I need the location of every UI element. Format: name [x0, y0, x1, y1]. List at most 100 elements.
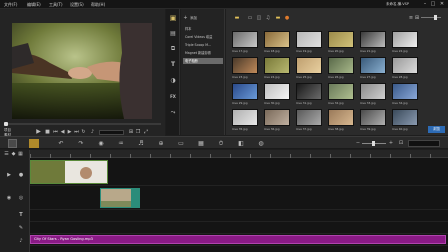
thumbnail-size-slider[interactable] [421, 17, 441, 18]
add-folder-label[interactable]: 添加 [190, 16, 197, 21]
library-thumbnail[interactable] [264, 31, 290, 48]
import-folder-icon[interactable]: ▬ [234, 15, 240, 21]
record-capture-icon[interactable]: ◉ [98, 140, 104, 147]
thumbnail-size-handle[interactable] [434, 15, 437, 20]
filter-icon[interactable]: FX [169, 93, 177, 101]
library-folder-list: + 添加 样本 Corel Videos 增益 Triple Scoop M..… [181, 9, 225, 135]
undo-icon[interactable]: ↶ [58, 140, 64, 147]
timeline-view-button[interactable] [29, 139, 39, 148]
add-chapter-icon[interactable]: ◆ [11, 152, 16, 157]
audio-filter-icon[interactable]: ♫ [265, 15, 271, 21]
mask-creator-icon[interactable]: ◍ [258, 140, 264, 147]
timeline-ruler[interactable] [30, 150, 448, 158]
motion-path-icon[interactable]: ⤳ [169, 109, 177, 117]
library-thumbnail[interactable] [328, 109, 354, 126]
thumbnail-label: love 24.jpg [264, 75, 280, 79]
video-clip[interactable] [30, 160, 108, 184]
options-icon[interactable]: ● [284, 15, 290, 21]
zoom-icon[interactable]: ⊞ [128, 129, 134, 135]
library-thumbnail[interactable] [328, 31, 354, 48]
stop-icon[interactable]: ■ [45, 129, 50, 135]
library-thumbnail[interactable] [232, 57, 258, 74]
library-thumbnail[interactable] [392, 57, 418, 74]
photo-filter-icon[interactable]: ◫ [256, 15, 262, 21]
transition-icon[interactable]: ⧉ [169, 45, 177, 53]
split-screen-icon[interactable]: ◧ [238, 140, 244, 147]
copy-icon[interactable]: ❐ [135, 129, 141, 135]
track-manager-icon[interactable]: ☰ [4, 152, 9, 157]
subtitle-editor-icon[interactable]: ▭ [178, 140, 184, 147]
previous-frame-icon[interactable]: ◀ [60, 129, 65, 135]
library-thumbnail[interactable] [360, 109, 386, 126]
library-thumbnail[interactable] [360, 57, 386, 74]
library-thumbnail[interactable] [360, 83, 386, 100]
scrubber-track[interactable] [4, 123, 161, 125]
library-thumbnail[interactable] [264, 57, 290, 74]
library-thumbnail[interactable] [360, 31, 386, 48]
timeline-timecode[interactable] [408, 140, 440, 147]
library-thumbnail[interactable] [232, 83, 258, 100]
next-frame-icon[interactable]: ▶ [67, 129, 72, 135]
library-thumbnail[interactable] [264, 83, 290, 100]
browse-button[interactable]: 浏览 [428, 126, 445, 133]
home-icon[interactable]: ⏮ [53, 129, 58, 135]
sound-mixer-icon[interactable]: ♒ [118, 140, 124, 147]
library-thumbnail[interactable] [328, 83, 354, 100]
play-icon[interactable]: ▶ [36, 129, 41, 135]
motion-tracking-icon[interactable]: ⊕ [158, 140, 164, 147]
library-thumbnail[interactable] [296, 83, 322, 100]
menu-tools[interactable]: 工具(T) [49, 2, 63, 8]
folder-item[interactable]: Magnet 新建剪辑 [183, 50, 223, 56]
folder-item[interactable]: Corel Videos 增益 [183, 34, 223, 40]
menu-settings[interactable]: 设置(S) [70, 2, 84, 8]
maximize-button[interactable]: □ [430, 1, 436, 7]
auto-music-icon[interactable]: ♬ [138, 140, 144, 147]
storyboard-view-button[interactable] [8, 139, 17, 148]
multi-camera-icon[interactable]: ▦ [198, 140, 204, 147]
title-icon[interactable]: T [169, 61, 177, 69]
minimize-button[interactable]: – [422, 1, 428, 7]
library-thumbnail[interactable] [392, 109, 418, 126]
library-thumbnail[interactable] [264, 109, 290, 126]
media-icon[interactable]: ▣ [169, 14, 177, 22]
close-button[interactable]: ✕ [439, 1, 445, 7]
library-thumbnail[interactable] [296, 109, 322, 126]
sort-icon[interactable]: ▬ [275, 15, 281, 21]
library-thumbnail[interactable] [232, 31, 258, 48]
redo-icon[interactable]: ↷ [78, 140, 84, 147]
zoom-out-icon[interactable]: − [355, 140, 361, 147]
end-icon[interactable]: ⏭ [74, 129, 79, 135]
library-thumbnail[interactable] [328, 57, 354, 74]
video-filter-icon[interactable]: ▭ [247, 15, 253, 21]
folder-item-selected[interactable]: 电子相册 [183, 58, 223, 64]
menu-file[interactable]: 文件(F) [4, 2, 17, 8]
fullscreen-icon[interactable]: ⤢ [143, 129, 149, 135]
folder-item[interactable]: Triple Scoop M... [183, 42, 223, 48]
menu-help[interactable]: 帮助(H) [91, 2, 105, 8]
menu-edit[interactable]: 编辑(E) [27, 2, 41, 8]
library-thumbnail[interactable] [296, 31, 322, 48]
video-preview[interactable] [12, 23, 152, 119]
scrubber-handle[interactable] [4, 122, 8, 126]
instant-project-icon[interactable]: ▤ [169, 30, 177, 38]
graphic-icon[interactable]: ◑ [169, 77, 177, 85]
repeat-icon[interactable]: ↻ [81, 129, 86, 135]
timecode-display[interactable] [99, 130, 124, 135]
library-thumbnail[interactable] [296, 57, 322, 74]
add-folder-icon[interactable]: + [183, 16, 188, 21]
library-thumbnail[interactable] [232, 109, 258, 126]
overlay-clip[interactable] [100, 188, 140, 208]
video-track-toggle-icon[interactable]: ● [18, 172, 24, 178]
zoom-in-icon[interactable]: + [388, 140, 394, 147]
volume-icon[interactable]: ♪ [90, 129, 95, 135]
fit-project-icon[interactable]: ⊡ [398, 140, 404, 147]
library-thumbnail[interactable] [392, 31, 418, 48]
folder-item[interactable]: 样本 [183, 26, 223, 32]
library-thumbnail[interactable] [392, 83, 418, 100]
timeline-zoom-handle[interactable] [372, 141, 375, 146]
ripple-edit-icon[interactable]: ▦ [18, 152, 23, 157]
grid-view-icon[interactable]: ⊞ [414, 15, 420, 21]
audio-clip[interactable]: City Of Stars - Ryan Gosling.mp3 [30, 235, 446, 244]
overlay-track-toggle-icon[interactable]: ◎ [18, 195, 24, 201]
time-remap-icon[interactable]: ⏱ [218, 140, 224, 147]
